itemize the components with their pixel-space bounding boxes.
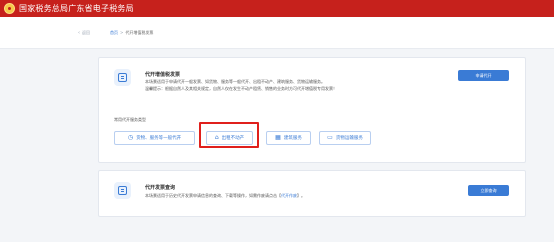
query-desc-suffix: 】。 [297,193,305,198]
void-invoice-link[interactable]: 代开作废 [281,193,297,198]
general-issue-button[interactable]: ◷ 货物、服务等一般代开 [114,131,195,145]
breadcrumb-current: 代开增值税发票 [125,29,154,35]
common-service-types-label: 常用代开服务类型 [114,117,146,122]
freight-transport-button[interactable]: ▭ 货物运输服务 [319,131,371,145]
vat-card-desc-line2: 温馨提示：根据自然人及其相关规定，自然人仅在发生不动产租赁、销售的业务时方可代开… [145,86,337,91]
tax-emblem-icon [4,3,15,14]
freight-transport-label: 货物运输服务 [335,136,363,141]
vat-invoice-card: 代开增值税发票 本场景适用于申请代开一般发票、如货物、服务等一般代开、出租不动产… [98,57,526,163]
construction-service-label: 建筑服务 [283,136,302,141]
building-icon: ▦ [275,134,281,141]
query-desc-text: 本场景适用于历史代开发票申请信息的查询、下载等操作，如需作废请点击【 [145,193,281,198]
apply-issue-button[interactable]: 申请代开 [458,70,509,81]
site-title: 国家税务总局广东省电子税务局 [19,4,134,13]
back-label: 返回 [82,29,90,35]
back-button[interactable]: ‹ 返回 [78,30,90,36]
query-icon [114,182,131,199]
arrow-left-icon: ‹ [78,29,80,36]
sub-navigation: ‹ 返回 首页 > 代开增值税发票 [0,17,554,49]
vat-card-title: 代开增值税发票 [145,72,181,78]
query-now-button[interactable]: 立即查询 [468,185,509,196]
breadcrumb-home[interactable]: 首页 [110,30,118,36]
construction-service-button[interactable]: ▦ 建筑服务 [266,131,311,145]
top-banner: 国家税务总局广东省电子税务局 [0,0,554,17]
invoice-icon [114,69,131,86]
query-card-title: 代开发票查询 [145,185,176,191]
breadcrumb-separator: > [120,30,124,35]
highlight-frame [199,122,259,148]
vat-card-desc-line1: 本场景适用于申请代开一般发票、如货物、服务等一般代开、出租不动产、建筑服务、货物… [145,79,325,84]
truck-icon: ▭ [327,134,333,141]
general-issue-label: 货物、服务等一般代开 [136,136,182,141]
query-card-desc: 本场景适用于历史代开发票申请信息的查询、下载等操作，如需作废请点击【代开作废】。 [145,192,305,199]
clock-icon: ◷ [127,134,134,141]
invoice-query-card: 代开发票查询 本场景适用于历史代开发票申请信息的查询、下载等操作，如需作废请点击… [98,170,526,217]
